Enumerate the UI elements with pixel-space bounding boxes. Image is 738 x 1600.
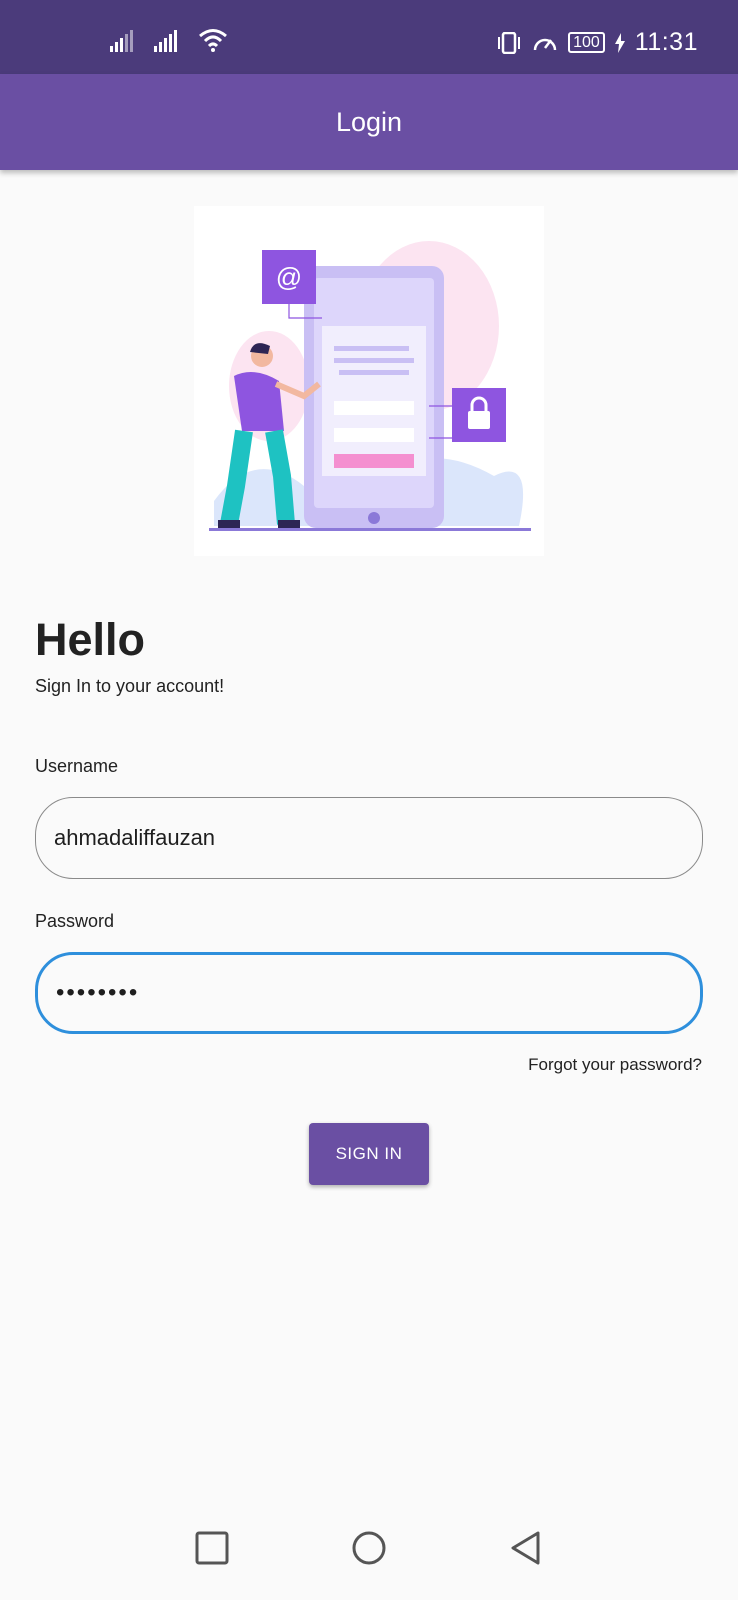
- clock: 11:31: [634, 28, 698, 56]
- status-right: 100 11:31: [496, 28, 698, 57]
- battery-icon: 100: [568, 32, 605, 53]
- system-nav-bar: [0, 1510, 738, 1600]
- login-illustration: @: [194, 206, 544, 556]
- charging-icon: [614, 32, 625, 53]
- signal-icon: [154, 30, 177, 52]
- home-icon[interactable]: [351, 1530, 387, 1566]
- signal-icon: [110, 30, 133, 52]
- page-title: Login: [335, 106, 403, 137]
- app-bar: Login: [0, 74, 738, 170]
- status-bar: 100 11:31: [0, 0, 738, 74]
- username-value: ahmadaliffauzan: [54, 825, 216, 850]
- back-icon[interactable]: [508, 1530, 544, 1566]
- vibrate-icon: [498, 31, 521, 54]
- recent-apps-icon[interactable]: [194, 1530, 230, 1566]
- password-label: Password: [35, 911, 115, 931]
- forgot-password-link[interactable]: Forgot your password?: [528, 1055, 702, 1075]
- password-field[interactable]: ••••••••: [35, 952, 703, 1034]
- speed-icon: [533, 38, 557, 50]
- username-field[interactable]: ahmadaliffauzan: [35, 797, 703, 879]
- sign-in-button[interactable]: SIGN IN: [309, 1123, 429, 1185]
- password-value: ••••••••: [56, 979, 140, 1006]
- greeting-heading: Hello: [35, 614, 146, 665]
- status-left: [110, 28, 228, 52]
- username-label: Username: [35, 756, 119, 776]
- svg-text:@: @: [276, 262, 302, 292]
- wifi-icon: [199, 29, 227, 52]
- greeting-subtitle: Sign In to your account!: [35, 676, 225, 696]
